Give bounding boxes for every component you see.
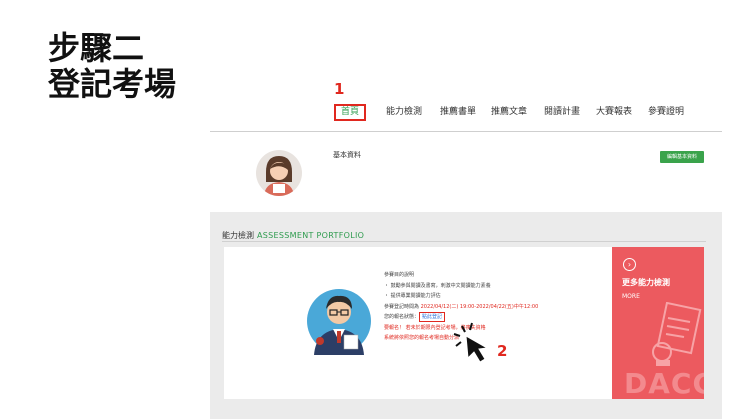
step-marker-1: 1: [334, 80, 345, 98]
nav-item-assessment[interactable]: 能力檢測: [386, 104, 422, 120]
section-heading-divider: [222, 241, 706, 242]
more-link[interactable]: MORE: [622, 293, 640, 300]
step-title: 步驟二 登記考場: [48, 30, 176, 102]
purpose-bullet-2: ・ 提供專業閱讀能力評估: [384, 293, 441, 299]
registration-period: 參賽登記時間為 2022/04/12(二) 19:00-2022/04/22(五…: [384, 302, 604, 313]
purpose-bullet-1: ・ 鼓勵參與閱讀及書寫，刺激中文閱讀能力素養: [384, 282, 491, 289]
basic-info-label: 基本資料: [333, 151, 361, 159]
dacc-stamp-text: DACC: [624, 367, 704, 399]
nav-item-book-list[interactable]: 推薦書單: [440, 104, 476, 120]
registration-period-value: 2022/04/12(二) 19:00-2022/04/22(五)中午12:00: [420, 303, 539, 310]
section-heading-en: ASSESSMENT PORTFOLIO: [257, 231, 365, 240]
teacher-illustration: [306, 285, 372, 355]
nav-item-articles[interactable]: 推薦文章: [491, 104, 527, 120]
pointer-cursor-icon: [453, 322, 489, 363]
more-assessments-title: 更多能力檢測: [622, 278, 670, 287]
more-assessments-card[interactable]: › 更多能力檢測 MORE DACC: [612, 247, 704, 399]
purpose-heading: 參賽目的說明: [384, 272, 415, 278]
step-marker-2: 2: [497, 342, 508, 360]
chevron-right-icon: ›: [623, 258, 636, 271]
register-venue-link[interactable]: 點此登記: [419, 312, 446, 322]
step-title-line1: 步驟二: [48, 29, 145, 67]
registration-period-label: 參賽登記時間為: [384, 303, 421, 310]
edit-profile-button[interactable]: 編輯基本資料: [660, 151, 704, 163]
nav-item-reading-plan[interactable]: 閱讀計畫: [544, 104, 580, 120]
section-heading-zh: 能力檢測: [222, 231, 254, 240]
section-heading: 能力檢測 ASSESSMENT PORTFOLIO: [222, 230, 364, 241]
nav-item-home[interactable]: 首頁: [334, 104, 367, 121]
nav-item-report[interactable]: 大賽報表: [596, 104, 632, 120]
registration-status-label: 您的報名狀態：: [384, 314, 420, 320]
nav-item-certificate[interactable]: 參賽證明: [648, 104, 684, 120]
user-avatar: [256, 150, 302, 196]
main-nav: 首頁 能力檢測 推薦書單 推薦文章 閱讀計畫 大賽報表 參賽證明: [330, 104, 700, 122]
step-title-line2: 登記考場: [48, 65, 177, 103]
certificate-stamp-icon: [652, 302, 702, 366]
